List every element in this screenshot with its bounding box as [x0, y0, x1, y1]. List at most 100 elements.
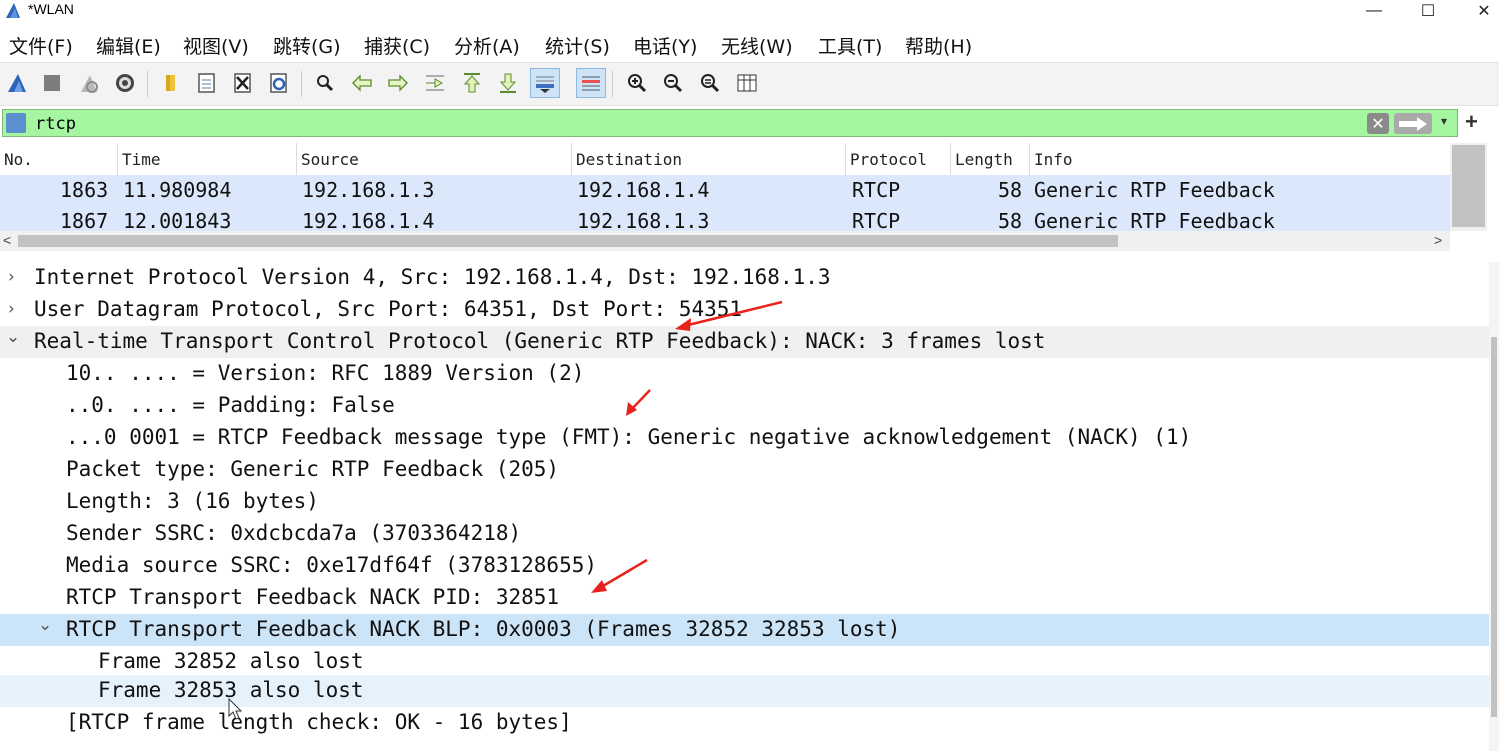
- bookmark-icon[interactable]: [6, 113, 26, 133]
- tree-item-media-ssrc[interactable]: Media source SSRC: 0xe17df64f (378312865…: [0, 550, 1489, 582]
- scrollbar-thumb[interactable]: [1452, 145, 1485, 227]
- column-header-source[interactable]: Source: [297, 143, 572, 175]
- maximize-button[interactable]: ☐: [1405, 0, 1451, 22]
- expand-chevron-icon[interactable]: ›: [8, 299, 15, 319]
- options-gear-icon[interactable]: [110, 68, 140, 98]
- open-folder-icon[interactable]: [156, 68, 186, 98]
- display-filter-input[interactable]: rtcp ✕ ▾: [2, 109, 1458, 137]
- tree-item-frame-lost[interactable]: Frame 32852 also lost: [0, 646, 1489, 678]
- filter-history-dropdown-icon[interactable]: ▾: [1441, 114, 1447, 128]
- first-packet-icon[interactable]: [457, 68, 487, 98]
- tree-item-length-check[interactable]: [RTCP frame length check: OK - 16 bytes]: [0, 707, 1489, 739]
- tree-item-nack-pid[interactable]: RTCP Transport Feedback NACK PID: 32851: [0, 582, 1489, 614]
- close-button[interactable]: ✕: [1461, 0, 1499, 22]
- tree-item-label: Frame 32852 also lost: [98, 649, 364, 673]
- last-packet-icon[interactable]: [493, 68, 523, 98]
- packet-info: Generic RTP Feedback: [1034, 209, 1275, 231]
- collapse-chevron-icon[interactable]: ⌄: [6, 327, 20, 347]
- close-file-icon[interactable]: [228, 68, 258, 98]
- menu-view[interactable]: 视图(V): [183, 32, 249, 59]
- column-header-destination[interactable]: Destination: [572, 143, 846, 175]
- tree-item-label: Real-time Transport Control Protocol (Ge…: [34, 329, 1046, 353]
- menu-bar: 文件(F) 编辑(E) 视图(V) 跳转(G) 捕获(C) 分析(A) 统计(S…: [0, 28, 1499, 60]
- menu-tools[interactable]: 工具(T): [818, 32, 882, 59]
- minimize-button[interactable]: —: [1351, 0, 1397, 22]
- tree-item-label: [RTCP frame length check: OK - 16 bytes]: [66, 710, 572, 734]
- zoom-normal-icon[interactable]: [695, 68, 725, 98]
- tree-item-label: Length: 3 (16 bytes): [66, 489, 319, 513]
- scrollbar-thumb[interactable]: [1491, 337, 1497, 717]
- scroll-right-icon[interactable]: >: [1434, 232, 1442, 248]
- column-header-length[interactable]: Length: [951, 143, 1030, 175]
- menu-file[interactable]: 文件(F): [9, 32, 73, 59]
- tree-item-udp[interactable]: › User Datagram Protocol, Src Port: 6435…: [0, 294, 1489, 326]
- toolbar-separator: [612, 71, 613, 97]
- packet-list: No. Time Source Destination Protocol Len…: [0, 143, 1499, 252]
- forward-arrow-icon[interactable]: [383, 68, 413, 98]
- packet-row[interactable]: 1867 12.001843 192.168.1.4 192.168.1.3 R…: [0, 206, 1450, 231]
- tree-item-frame-lost[interactable]: Frame 32853 also lost: [0, 675, 1489, 707]
- go-to-packet-icon[interactable]: [420, 68, 450, 98]
- tree-item-fmt[interactable]: ...0 0001 = RTCP Feedback message type (…: [0, 422, 1489, 454]
- tree-item-ipv4[interactable]: › Internet Protocol Version 4, Src: 192.…: [0, 262, 1489, 294]
- clear-filter-icon[interactable]: ✕: [1367, 113, 1389, 134]
- column-header-info[interactable]: Info: [1030, 143, 1450, 175]
- display-filter-bar: rtcp ✕ ▾ +: [0, 107, 1499, 139]
- reload-icon[interactable]: [264, 68, 294, 98]
- tree-item-packet-type[interactable]: Packet type: Generic RTP Feedback (205): [0, 454, 1489, 486]
- menu-telephony[interactable]: 电话(Y): [633, 32, 697, 59]
- packet-destination: 192.168.1.4: [577, 178, 710, 202]
- collapse-chevron-icon[interactable]: ⌄: [38, 615, 52, 635]
- colorize-icon[interactable]: [576, 68, 606, 98]
- details-vertical-scrollbar[interactable]: [1489, 262, 1499, 751]
- expand-chevron-icon[interactable]: ›: [8, 267, 15, 287]
- packet-list-horizontal-scrollbar[interactable]: < >: [0, 231, 1450, 251]
- tree-item-label: ...0 0001 = RTCP Feedback message type (…: [66, 425, 1192, 449]
- packet-list-vertical-scrollbar[interactable]: [1450, 143, 1487, 231]
- packet-length: 58: [998, 209, 1023, 231]
- packet-time: 11.980984: [123, 178, 232, 202]
- tree-item-length[interactable]: Length: 3 (16 bytes): [0, 486, 1489, 518]
- menu-go[interactable]: 跳转(G): [273, 32, 341, 59]
- menu-wireless[interactable]: 无线(W): [721, 32, 793, 59]
- menu-help[interactable]: 帮助(H): [905, 32, 972, 59]
- tree-item-label: Packet type: Generic RTP Feedback (205): [66, 457, 560, 481]
- shark-fin-icon[interactable]: [2, 68, 32, 98]
- menu-edit[interactable]: 编辑(E): [96, 32, 161, 59]
- column-header-time[interactable]: Time: [118, 143, 297, 175]
- tree-item-rtcp[interactable]: ⌄ Real-time Transport Control Protocol (…: [0, 326, 1489, 358]
- tree-item-label: RTCP Transport Feedback NACK BLP: 0x0003…: [66, 617, 901, 641]
- column-header-no[interactable]: No.: [0, 143, 118, 175]
- packet-row[interactable]: 1863 11.980984 192.168.1.3 192.168.1.4 R…: [0, 175, 1450, 206]
- menu-analyze[interactable]: 分析(A): [454, 32, 520, 59]
- column-header-protocol[interactable]: Protocol: [846, 143, 951, 175]
- menu-statistics[interactable]: 统计(S): [545, 32, 610, 59]
- packet-length: 58: [998, 178, 1023, 202]
- tree-item-nack-blp[interactable]: ⌄ RTCP Transport Feedback NACK BLP: 0x00…: [0, 614, 1489, 646]
- menu-capture[interactable]: 捕获(C): [364, 32, 430, 59]
- resize-columns-icon[interactable]: [732, 68, 762, 98]
- scroll-left-icon[interactable]: <: [3, 232, 11, 248]
- tree-item-padding[interactable]: ..0. .... = Padding: False: [0, 390, 1489, 422]
- apply-filter-arrow-icon[interactable]: [1394, 113, 1432, 134]
- wireshark-logo-icon: [6, 3, 20, 18]
- tree-item-sender-ssrc[interactable]: Sender SSRC: 0xdcbcda7a (3703364218): [0, 518, 1489, 550]
- restart-icon[interactable]: [74, 68, 104, 98]
- back-arrow-icon[interactable]: [347, 68, 377, 98]
- packet-source: 192.168.1.4: [302, 209, 435, 231]
- zoom-out-icon[interactable]: [658, 68, 688, 98]
- find-icon[interactable]: [310, 68, 340, 98]
- packet-info: Generic RTP Feedback: [1034, 178, 1275, 202]
- packet-details-tree: › Internet Protocol Version 4, Src: 192.…: [0, 262, 1489, 751]
- zoom-in-icon[interactable]: [622, 68, 652, 98]
- autoscroll-icon[interactable]: [530, 68, 560, 98]
- file-icon[interactable]: [192, 68, 222, 98]
- add-filter-button[interactable]: +: [1465, 109, 1478, 135]
- stop-icon[interactable]: [37, 68, 67, 98]
- title-bar: *WLAN — ☐ ✕: [0, 0, 1499, 22]
- toolbar-separator: [301, 71, 302, 97]
- tree-item-version[interactable]: 10.. .... = Version: RFC 1889 Version (2…: [0, 358, 1489, 390]
- scrollbar-thumb[interactable]: [18, 235, 1118, 247]
- filter-value[interactable]: rtcp: [35, 114, 76, 134]
- tree-item-label: RTCP Transport Feedback NACK PID: 32851: [66, 585, 560, 609]
